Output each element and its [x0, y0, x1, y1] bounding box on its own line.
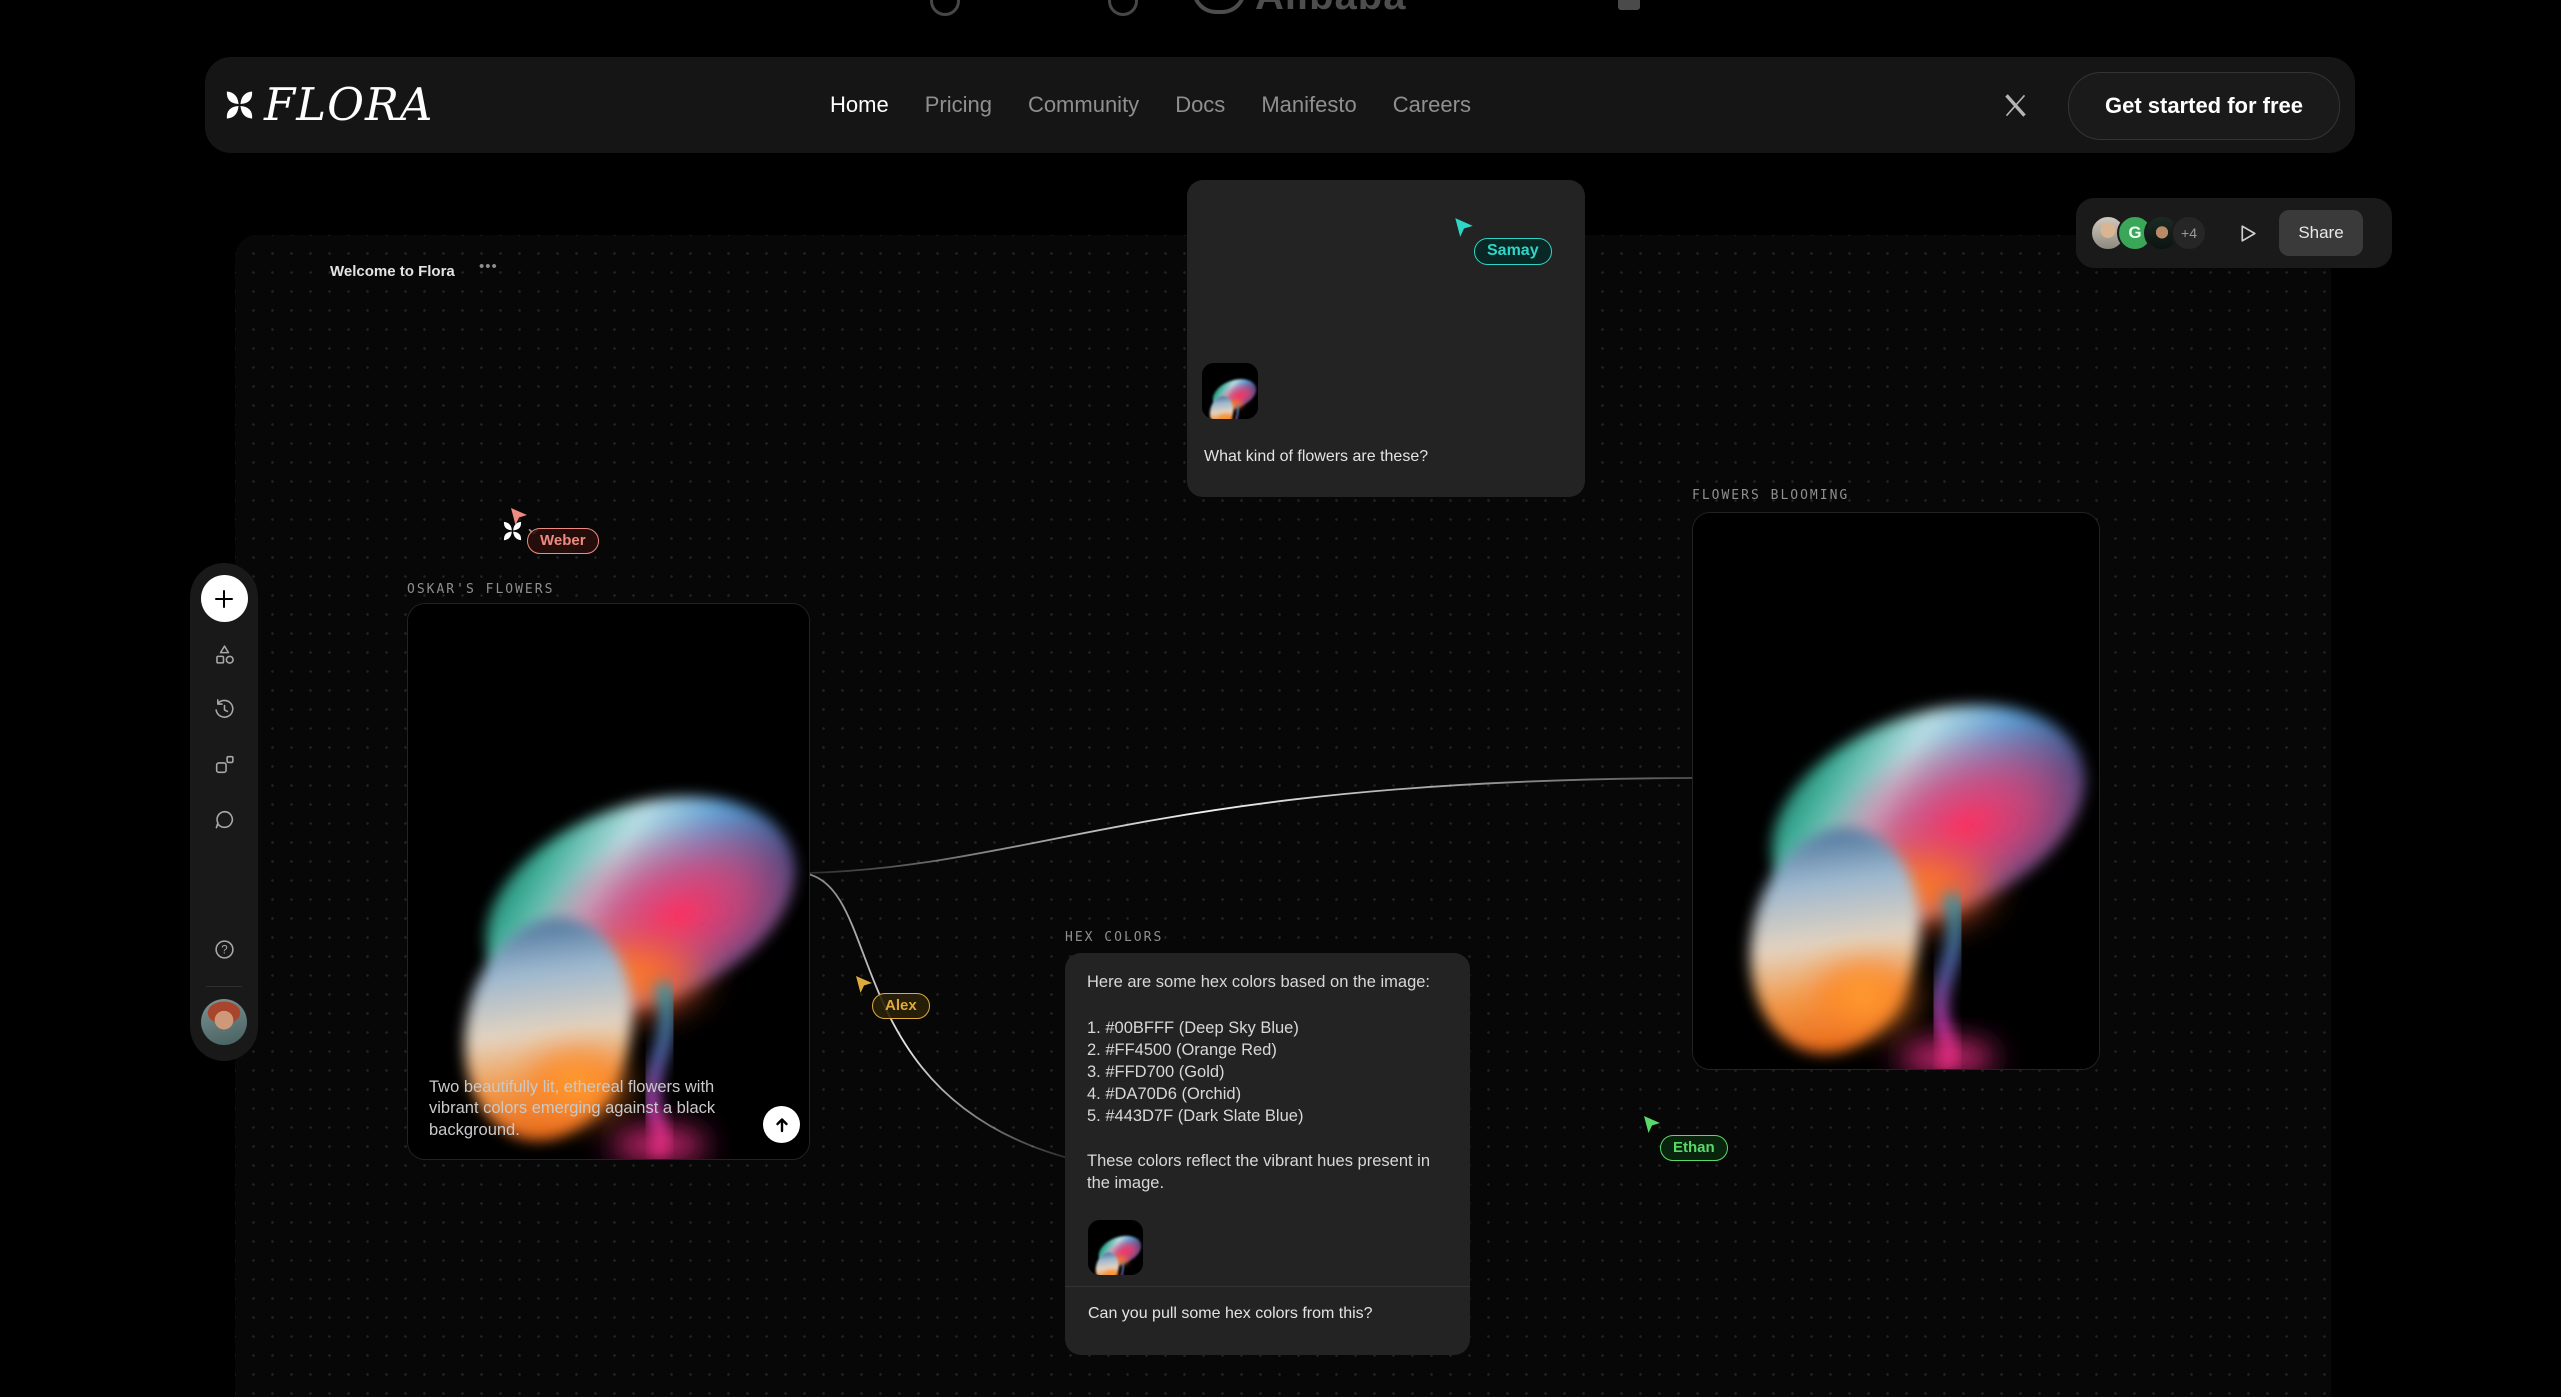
get-started-button[interactable]: Get started for free [2068, 72, 2340, 140]
partner-logos-row: Alibaba [0, 0, 2561, 16]
flora-landing-page: Alibaba FLORA Home Pricing Community Doc… [0, 0, 2561, 1397]
brand-wordmark: FLORA [264, 82, 433, 128]
hex-intro: Here are some hex colors based on the im… [1087, 971, 1447, 993]
nav-link-community[interactable]: Community [1028, 92, 1139, 118]
user-avatar[interactable] [201, 999, 247, 1045]
hex-outro: These colors reflect the vibrant hues pr… [1087, 1150, 1439, 1195]
flora-logo[interactable]: FLORA [224, 82, 433, 128]
help-icon: ? [213, 938, 236, 961]
collaboration-bar: G +4 Share [2076, 198, 2392, 268]
arrow-up-icon [773, 1116, 791, 1134]
image-caption: Two beautifully lit, ethereal flowers wi… [429, 1077, 751, 1142]
nav-link-pricing[interactable]: Pricing [925, 92, 992, 118]
partner-logo-icon [1108, 0, 1138, 16]
board-menu-dots[interactable]: ••• [479, 258, 498, 275]
collaborator-overflow-badge[interactable]: +4 [2171, 215, 2207, 251]
top-navigation-bar: FLORA Home Pricing Community Docs Manife… [205, 57, 2355, 153]
nav-link-home[interactable]: Home [830, 92, 889, 118]
x-twitter-icon[interactable] [1995, 85, 2035, 125]
flora-petals-icon [224, 89, 255, 121]
chat-bubble-icon [213, 808, 236, 831]
templates-tool-button[interactable] [201, 741, 247, 787]
chevron-down-icon[interactable] [528, 528, 539, 535]
hex-color-item: 4. #DA70D6 (Orchid) [1087, 1083, 1241, 1105]
nav-links: Home Pricing Community Docs Manifesto Ca… [830, 57, 1471, 153]
play-button[interactable] [2229, 215, 2265, 251]
help-button[interactable]: ? [201, 926, 247, 972]
history-tool-button[interactable] [201, 686, 247, 732]
shapes-icon [213, 643, 236, 666]
oskar-flowers-node[interactable]: Two beautifully lit, ethereal flowers wi… [407, 603, 810, 1160]
history-icon [213, 698, 236, 721]
divider [206, 986, 242, 987]
flowers-blooming-node[interactable] [1692, 512, 2100, 1070]
partner-logo-icon [1618, 0, 1640, 10]
hex-color-item: 3. #FFD700 (Gold) [1087, 1061, 1225, 1083]
nav-link-docs[interactable]: Docs [1175, 92, 1225, 118]
shapes-tool-button[interactable] [201, 631, 247, 677]
svg-text:?: ? [221, 944, 227, 956]
flower-thumbnail[interactable] [1088, 1220, 1143, 1275]
add-node-button[interactable] [201, 575, 248, 622]
board-flora-icon[interactable] [502, 520, 523, 542]
flower-thumbnail[interactable] [1202, 363, 1258, 419]
alibaba-swoosh-icon [1192, 0, 1246, 14]
collaborator-avatars: G +4 [2090, 215, 2207, 251]
nav-link-manifesto[interactable]: Manifesto [1261, 92, 1356, 118]
play-icon [2236, 222, 2259, 245]
board-title: Welcome to Flora [330, 263, 455, 280]
blocks-icon [213, 753, 236, 776]
plus-icon [212, 587, 236, 611]
comments-tool-button[interactable] [201, 796, 247, 842]
partner-logo-icon [930, 0, 960, 16]
canvas-toolbar: ? [190, 563, 258, 1061]
alibaba-logo: Alibaba [1255, 0, 1406, 16]
blooming-node-label: FLOWERS BLOOMING [1692, 488, 1849, 503]
flower-image [1693, 513, 2099, 1069]
hex-colors-node[interactable]: Here are some hex colors based on the im… [1065, 953, 1470, 1355]
chat-node-top[interactable]: What kind of flowers are these? [1187, 180, 1585, 497]
oskar-node-label: OSKAR'S FLOWERS [407, 582, 554, 597]
hex-color-item: 5. #443D7F (Dark Slate Blue) [1087, 1105, 1303, 1127]
hex-node-label: HEX COLORS [1065, 930, 1163, 945]
share-button[interactable]: Share [2279, 210, 2363, 256]
divider [1065, 1286, 1470, 1287]
nav-link-careers[interactable]: Careers [1393, 92, 1471, 118]
chat-question: What kind of flowers are these? [1204, 448, 1428, 466]
hex-color-item: 1. #00BFFF (Deep Sky Blue) [1087, 1017, 1299, 1039]
upload-arrow-button[interactable] [763, 1106, 800, 1143]
hex-color-item: 2. #FF4500 (Orange Red) [1087, 1039, 1277, 1061]
hex-question: Can you pull some hex colors from this? [1088, 1305, 1373, 1323]
